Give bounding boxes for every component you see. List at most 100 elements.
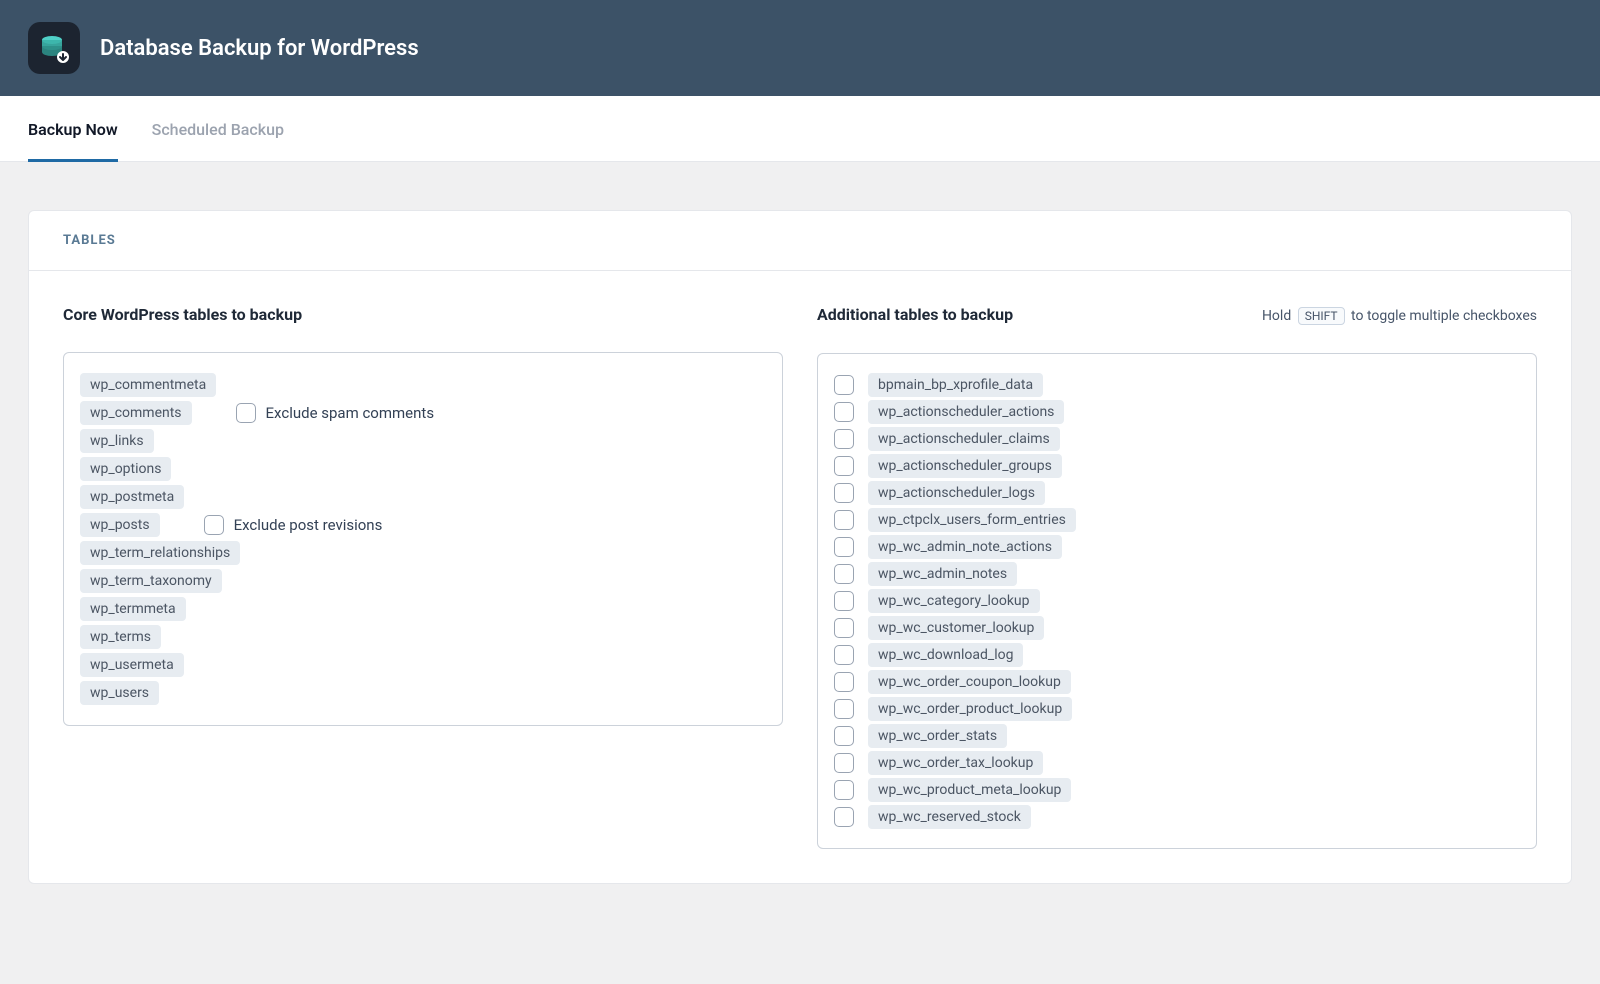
additional-table-row: wp_actionscheduler_groups (834, 454, 1520, 478)
additional-table-row: wp_wc_order_coupon_lookup (834, 670, 1520, 694)
app-title: Database Backup for WordPress (100, 36, 419, 61)
table-name-chip: wp_wc_admin_notes (868, 562, 1017, 586)
table-checkbox[interactable] (834, 456, 854, 476)
tabs-nav: Backup Now Scheduled Backup (0, 96, 1600, 162)
additional-table-row: wp_wc_download_log (834, 643, 1520, 667)
table-checkbox[interactable] (834, 780, 854, 800)
additional-table-row: wp_wc_customer_lookup (834, 616, 1520, 640)
table-checkbox[interactable] (834, 510, 854, 530)
table-name-chip: wp_term_taxonomy (80, 569, 222, 593)
additional-table-row: wp_wc_category_lookup (834, 589, 1520, 613)
exclude-checkbox[interactable] (236, 403, 256, 423)
table-name-chip: wp_ctpclx_users_form_entries (868, 508, 1076, 532)
table-checkbox[interactable] (834, 537, 854, 557)
table-checkbox[interactable] (834, 564, 854, 584)
additional-table-row: wp_wc_order_product_lookup (834, 697, 1520, 721)
additional-table-row: wp_actionscheduler_claims (834, 427, 1520, 451)
table-checkbox[interactable] (834, 672, 854, 692)
table-name-chip: wp_posts (80, 513, 160, 537)
core-table-row: wp_termmeta (80, 597, 766, 621)
table-name-chip: bpmain_bp_xprofile_data (868, 373, 1043, 397)
table-checkbox[interactable] (834, 726, 854, 746)
table-name-chip: wp_wc_admin_note_actions (868, 535, 1062, 559)
table-name-chip: wp_commentmeta (80, 373, 216, 397)
core-tables-heading: Core WordPress tables to backup (63, 305, 302, 324)
content-area: TABLES Core WordPress tables to backup w… (0, 162, 1600, 884)
core-table-row: wp_links (80, 429, 766, 453)
additional-table-row: wp_wc_order_tax_lookup (834, 751, 1520, 775)
table-name-chip: wp_termmeta (80, 597, 186, 621)
hint-pre: Hold (1262, 308, 1291, 324)
additional-table-row: wp_actionscheduler_logs (834, 481, 1520, 505)
table-name-chip: wp_wc_order_stats (868, 724, 1007, 748)
table-checkbox[interactable] (834, 483, 854, 503)
card-section-label: TABLES (29, 211, 1571, 271)
hint-key: SHIFT (1298, 307, 1345, 325)
table-name-chip: wp_wc_order_tax_lookup (868, 751, 1043, 775)
additional-table-row: bpmain_bp_xprofile_data (834, 373, 1520, 397)
core-tables-list: wp_commentmeta wp_comments Exclude spam co… (63, 352, 783, 726)
table-name-chip: wp_links (80, 429, 154, 453)
table-name-chip: wp_wc_download_log (868, 643, 1023, 667)
additional-table-row: wp_wc_product_meta_lookup (834, 778, 1520, 802)
core-table-row: wp_comments Exclude spam comments (80, 401, 766, 425)
table-checkbox[interactable] (834, 645, 854, 665)
additional-table-row: wp_wc_admin_note_actions (834, 535, 1520, 559)
additional-tables-list: bpmain_bp_xprofile_data wp_actionschedule… (817, 353, 1537, 849)
table-name-chip: wp_wc_product_meta_lookup (868, 778, 1071, 802)
additional-table-row: wp_wc_admin_notes (834, 562, 1520, 586)
exclude-label: Exclude spam comments (266, 404, 435, 422)
table-name-chip: wp_actionscheduler_actions (868, 400, 1064, 424)
table-name-chip: wp_postmeta (80, 485, 184, 509)
tab-scheduled-backup[interactable]: Scheduled Backup (152, 98, 284, 162)
exclude-option: Exclude spam comments (236, 403, 435, 423)
table-name-chip: wp_actionscheduler_logs (868, 481, 1045, 505)
table-checkbox[interactable] (834, 429, 854, 449)
additional-table-row: wp_wc_order_stats (834, 724, 1520, 748)
app-header: Database Backup for WordPress (0, 0, 1600, 96)
table-checkbox[interactable] (834, 699, 854, 719)
additional-table-row: wp_actionscheduler_actions (834, 400, 1520, 424)
tables-card: TABLES Core WordPress tables to backup w… (28, 210, 1572, 884)
core-table-row: wp_posts Exclude post revisions (80, 513, 766, 537)
core-tables-column: Core WordPress tables to backup wp_comme… (63, 305, 783, 849)
table-name-chip: wp_comments (80, 401, 192, 425)
table-name-chip: wp_term_relationships (80, 541, 240, 565)
table-name-chip: wp_terms (80, 625, 161, 649)
table-name-chip: wp_users (80, 681, 159, 705)
table-name-chip: wp_options (80, 457, 171, 481)
exclude-option: Exclude post revisions (204, 515, 383, 535)
additional-tables-column: Additional tables to backup Hold SHIFT t… (817, 305, 1537, 849)
core-table-row: wp_term_relationships (80, 541, 766, 565)
core-table-row: wp_terms (80, 625, 766, 649)
core-table-row: wp_users (80, 681, 766, 705)
table-checkbox[interactable] (834, 618, 854, 638)
table-checkbox[interactable] (834, 753, 854, 773)
additional-tables-heading: Additional tables to backup (817, 305, 1013, 324)
table-name-chip: wp_wc_customer_lookup (868, 616, 1044, 640)
table-checkbox[interactable] (834, 402, 854, 422)
table-name-chip: wp_wc_order_product_lookup (868, 697, 1072, 721)
core-table-row: wp_term_taxonomy (80, 569, 766, 593)
table-name-chip: wp_wc_reserved_stock (868, 805, 1031, 829)
table-name-chip: wp_usermeta (80, 653, 184, 677)
table-name-chip: wp_wc_order_coupon_lookup (868, 670, 1071, 694)
core-table-row: wp_options (80, 457, 766, 481)
table-checkbox[interactable] (834, 375, 854, 395)
app-logo-icon (28, 22, 80, 74)
core-table-row: wp_usermeta (80, 653, 766, 677)
tab-backup-now[interactable]: Backup Now (28, 98, 118, 162)
exclude-label: Exclude post revisions (234, 516, 383, 534)
hint-post: to toggle multiple checkboxes (1351, 308, 1537, 324)
exclude-checkbox[interactable] (204, 515, 224, 535)
table-name-chip: wp_actionscheduler_claims (868, 427, 1060, 451)
table-name-chip: wp_actionscheduler_groups (868, 454, 1062, 478)
additional-table-row: wp_ctpclx_users_form_entries (834, 508, 1520, 532)
shift-hint: Hold SHIFT to toggle multiple checkboxes (1262, 307, 1537, 325)
additional-table-row: wp_wc_reserved_stock (834, 805, 1520, 829)
core-table-row: wp_commentmeta (80, 373, 766, 397)
core-table-row: wp_postmeta (80, 485, 766, 509)
table-name-chip: wp_wc_category_lookup (868, 589, 1040, 613)
table-checkbox[interactable] (834, 591, 854, 611)
table-checkbox[interactable] (834, 807, 854, 827)
